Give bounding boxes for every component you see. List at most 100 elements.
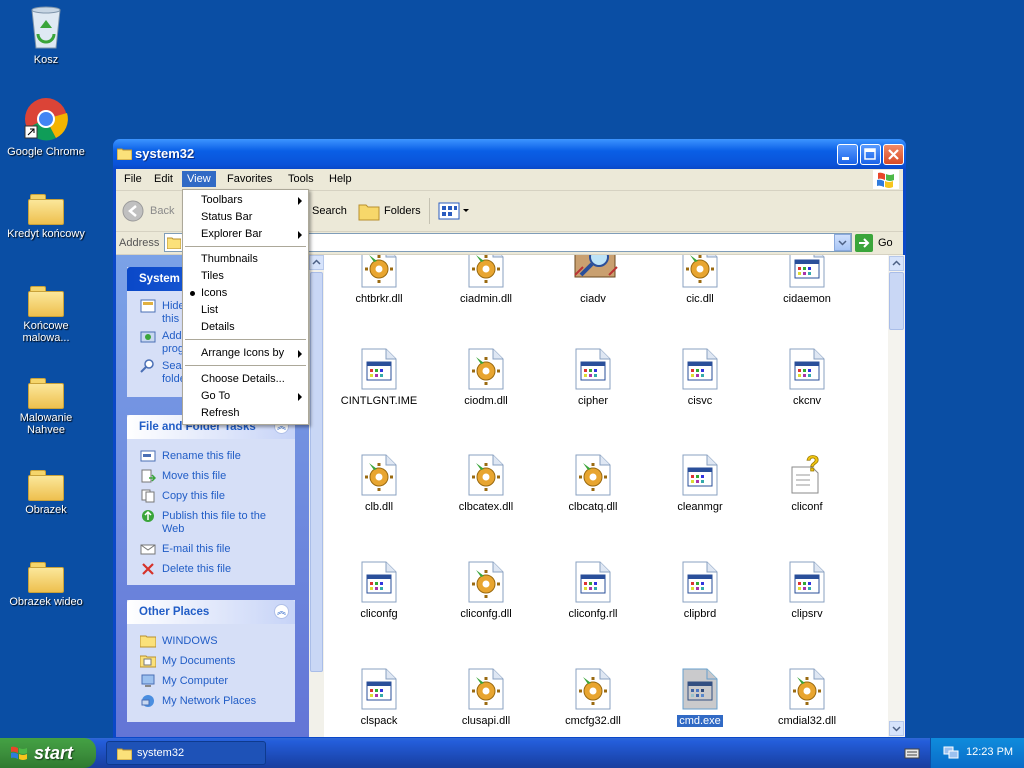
exe-window-icon bbox=[359, 347, 399, 391]
file-item[interactable]: cmdial32.dll bbox=[757, 667, 857, 727]
file-item[interactable]: chtbrkr.dll bbox=[329, 255, 429, 305]
scroll-thumb[interactable] bbox=[310, 272, 323, 672]
menu-separator bbox=[185, 365, 306, 366]
menu-view[interactable]: View bbox=[182, 171, 216, 187]
task-email-file[interactable]: E-mail this file bbox=[127, 542, 295, 562]
task-publish-file[interactable]: Publish this file to the bbox=[127, 509, 295, 522]
file-name-label: ckcnv bbox=[792, 395, 822, 407]
scroll-up-button[interactable] bbox=[309, 255, 324, 270]
file-item[interactable]: clipbrd bbox=[650, 560, 750, 620]
file-item[interactable]: ckcnv bbox=[757, 347, 857, 407]
file-name-label: ciadmin.dll bbox=[460, 293, 512, 305]
tray-clock[interactable]: 12:23 PM bbox=[966, 746, 1013, 758]
file-item[interactable]: clb.dll bbox=[329, 453, 429, 513]
file-item[interactable]: cliconfg.rll bbox=[543, 560, 643, 620]
chevron-down-icon bbox=[892, 726, 901, 732]
taskbar-item-system32[interactable]: system32 bbox=[106, 741, 266, 765]
file-item[interactable]: CINTLGNT.IME bbox=[329, 347, 429, 407]
start-label: start bbox=[34, 743, 74, 763]
network-tray-icon[interactable] bbox=[943, 746, 959, 760]
menu-item-arrange-icons-by[interactable]: Arrange Icons by bbox=[183, 345, 308, 362]
place-my-computer[interactable]: My Computer bbox=[127, 674, 295, 694]
place-my-network-places[interactable]: My Network Places bbox=[127, 694, 295, 714]
task-move-file[interactable]: Move this file bbox=[127, 469, 295, 489]
scroll-down-button[interactable] bbox=[889, 721, 904, 736]
menu-item-toolbars[interactable]: Toolbars bbox=[183, 192, 308, 209]
file-item[interactable]: clusapi.dll bbox=[436, 667, 536, 727]
desktop-icon-google-chrome[interactable]: Google Chrome bbox=[0, 96, 92, 158]
desktop-icon-folder[interactable]: Obrazek wideo bbox=[0, 562, 92, 608]
file-item[interactable]: cmd.exe bbox=[650, 667, 750, 728]
menu-item-icons[interactable]: Icons bbox=[183, 285, 308, 302]
submenu-arrow-icon bbox=[298, 197, 302, 205]
scroll-thumb[interactable] bbox=[889, 272, 904, 330]
task-rename-file[interactable]: Rename this file bbox=[127, 449, 295, 469]
file-item[interactable]: cleanmgr bbox=[650, 453, 750, 513]
file-item[interactable]: clbcatex.dll bbox=[436, 453, 536, 513]
file-item[interactable]: clbcatq.dll bbox=[543, 453, 643, 513]
folder-icon bbox=[28, 378, 64, 409]
file-item[interactable]: cidaemon bbox=[757, 255, 857, 305]
task-delete-file[interactable]: Delete this file bbox=[127, 562, 295, 582]
close-icon bbox=[888, 149, 899, 160]
start-button[interactable]: start bbox=[0, 738, 96, 768]
file-name-label: cliconfg.dll bbox=[460, 608, 512, 620]
file-item[interactable]: ? cliconf bbox=[757, 451, 857, 513]
folder-icon bbox=[28, 470, 64, 501]
file-item[interactable]: cmcfg32.dll bbox=[543, 667, 643, 727]
task-copy-file[interactable]: Copy this file bbox=[127, 489, 295, 509]
menu-edit[interactable]: Edit bbox=[149, 171, 178, 187]
desktop-icon-recycle-bin[interactable]: Kosz bbox=[0, 4, 92, 66]
file-item[interactable]: ciadv bbox=[543, 255, 643, 305]
file-item[interactable]: clspack bbox=[329, 667, 429, 727]
file-item[interactable]: cipher bbox=[543, 347, 643, 407]
place-my-documents[interactable]: My Documents bbox=[127, 654, 295, 674]
desktop-icon-folder[interactable]: Malowanie Nahvee bbox=[0, 378, 92, 436]
close-button[interactable] bbox=[883, 144, 904, 165]
menu-item-status-bar[interactable]: Status Bar bbox=[183, 209, 308, 226]
views-button[interactable] bbox=[438, 201, 472, 221]
menu-item-choose-details[interactable]: Choose Details... bbox=[183, 371, 308, 388]
menu-item-list[interactable]: List bbox=[183, 302, 308, 319]
task-publish-file-line2[interactable]: Web bbox=[127, 522, 295, 542]
menu-item-refresh[interactable]: Refresh bbox=[183, 405, 308, 422]
other-places-header[interactable]: Other Places bbox=[127, 600, 295, 624]
minimize-button[interactable] bbox=[837, 144, 858, 165]
menu-item-tiles[interactable]: Tiles bbox=[183, 268, 308, 285]
desktop-icon-label: Końcowe malowa... bbox=[22, 320, 70, 344]
dll-gear-icon bbox=[466, 667, 506, 711]
file-item[interactable]: cliconfg bbox=[329, 560, 429, 620]
desktop-icon-folder[interactable]: Obrazek bbox=[0, 470, 92, 516]
scroll-up-button[interactable] bbox=[889, 256, 904, 271]
task-pane-scrollbar[interactable] bbox=[309, 255, 324, 737]
file-item[interactable]: cisvc bbox=[650, 347, 750, 407]
desktop-icon-folder[interactable]: Końcowe malowa... bbox=[0, 286, 92, 344]
desktop-icon-folder[interactable]: Kredyt końcowy bbox=[0, 194, 92, 240]
folder-icon bbox=[28, 194, 64, 225]
menu-item-thumbnails[interactable]: Thumbnails bbox=[183, 251, 308, 268]
file-item[interactable]: cliconfg.dll bbox=[436, 560, 536, 620]
collapse-chevron-icon[interactable]: ︽ bbox=[274, 604, 289, 619]
folders-icon bbox=[358, 204, 380, 221]
address-dropdown-button[interactable] bbox=[834, 234, 851, 251]
menu-help[interactable]: Help bbox=[324, 171, 357, 187]
file-item[interactable]: ciadmin.dll bbox=[436, 255, 536, 305]
file-item[interactable]: clipsrv bbox=[757, 560, 857, 620]
search-button[interactable]: Search bbox=[312, 205, 347, 217]
menu-item-details[interactable]: Details bbox=[183, 319, 308, 336]
menu-item-explorer-bar[interactable]: Explorer Bar bbox=[183, 226, 308, 243]
menu-favorites[interactable]: Favorites bbox=[222, 171, 277, 187]
maximize-button[interactable] bbox=[860, 144, 881, 165]
menu-tools[interactable]: Tools bbox=[283, 171, 319, 187]
menu-item-go-to[interactable]: Go To bbox=[183, 388, 308, 405]
dll-gear-icon bbox=[359, 255, 399, 289]
chevron-down-icon bbox=[838, 240, 847, 246]
file-list-scrollbar[interactable] bbox=[888, 255, 905, 737]
window-titlebar[interactable]: system32 bbox=[113, 139, 906, 169]
dll-gear-icon bbox=[680, 255, 720, 289]
file-item[interactable]: cic.dll bbox=[650, 255, 750, 305]
menu-file[interactable]: File bbox=[119, 171, 147, 187]
keyboard-icon[interactable] bbox=[904, 746, 920, 760]
place-windows[interactable]: WINDOWS bbox=[127, 634, 295, 654]
file-item[interactable]: ciodm.dll bbox=[436, 347, 536, 407]
